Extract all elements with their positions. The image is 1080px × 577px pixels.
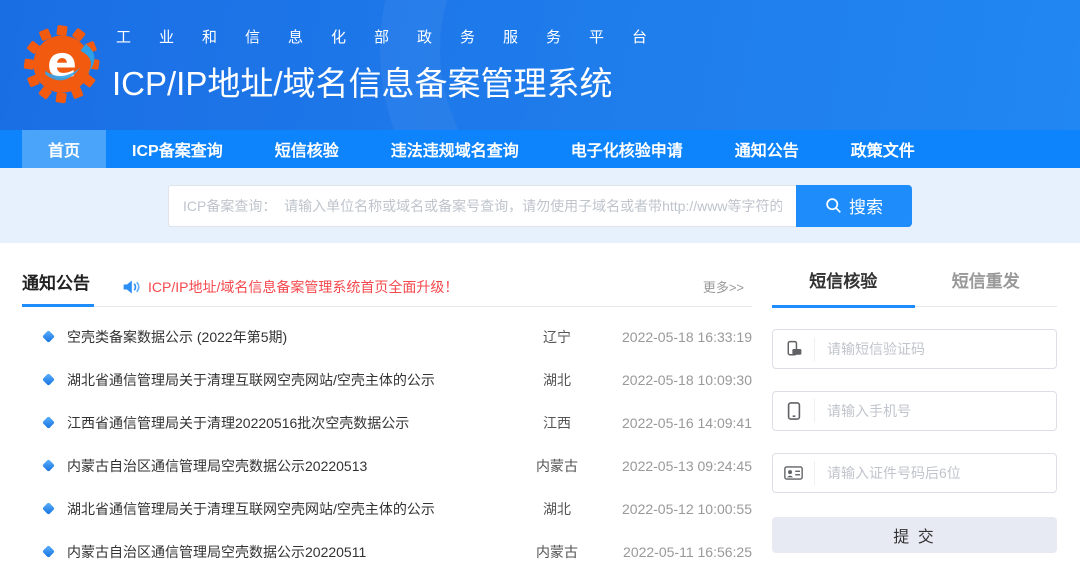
notice-province: 内蒙古 (512, 456, 602, 476)
diamond-bullet-icon (42, 502, 55, 515)
main-content: 通知公告 ICP/IP地址/域名信息备案管理系统首页全面升级！ 更多>> 空壳类… (0, 243, 1080, 573)
notice-date: 2022-05-18 16:33:19 (602, 329, 752, 345)
submit-button[interactable]: 提 交 (772, 517, 1057, 553)
nav-item-policy-files[interactable]: 政策文件 (825, 130, 941, 168)
notice-row: 内蒙古自治区通信管理局空壳数据公示20220513 内蒙古 2022-05-13… (22, 444, 752, 487)
id-number-input[interactable] (815, 465, 1056, 481)
id-number-field (772, 453, 1057, 493)
notice-province: 江西 (512, 413, 602, 433)
notice-date: 2022-05-18 10:09:30 (602, 372, 752, 388)
more-link[interactable]: 更多>> (703, 277, 752, 296)
notice-province: 湖北 (512, 370, 602, 390)
diamond-bullet-icon (42, 373, 55, 386)
notice-title[interactable]: 空壳类备案数据公示 (2022年第5期) (67, 327, 512, 347)
search-input[interactable] (168, 185, 796, 227)
speaker-icon (122, 279, 140, 295)
notices-section-title: 通知公告 (22, 269, 94, 307)
notice-title[interactable]: 内蒙古自治区通信管理局空壳数据公示20220511 (67, 542, 512, 562)
tab-sms-verify[interactable]: 短信核验 (772, 267, 915, 308)
nav-item-e-verification[interactable]: 电子化核验申请 (545, 130, 709, 168)
main-nav: 首页 ICP备案查询 短信核验 违法违规域名查询 电子化核验申请 通知公告 政策… (0, 130, 1080, 168)
sms-icon (773, 337, 815, 361)
search-icon (825, 197, 842, 214)
notice-row: 湖北省通信管理局关于清理互联网空壳网站/空壳主体的公示 湖北 2022-05-1… (22, 487, 752, 530)
notice-date: 2022-05-13 09:24:45 (602, 458, 752, 474)
sms-tabs: 短信核验 短信重发 (772, 267, 1057, 307)
notice-title[interactable]: 内蒙古自治区通信管理局空壳数据公示20220513 (67, 456, 512, 476)
page-title: ICP/IP地址/域名信息备案管理系统 (112, 57, 675, 105)
notice-row: 空壳类备案数据公示 (2022年第5期) 辽宁 2022-05-18 16:33… (22, 315, 752, 358)
nav-item-home[interactable]: 首页 (22, 130, 106, 168)
notices-panel: 通知公告 ICP/IP地址/域名信息备案管理系统首页全面升级！ 更多>> 空壳类… (22, 267, 752, 573)
nav-item-icp-query[interactable]: ICP备案查询 (106, 130, 249, 168)
notice-province: 内蒙古 (512, 542, 602, 562)
notice-row: 内蒙古自治区通信管理局空壳数据公示20220511 内蒙古 2022-05-11… (22, 530, 752, 573)
notice-date: 2022-05-16 14:09:41 (602, 415, 752, 431)
notice-province: 辽宁 (512, 327, 602, 347)
notice-title[interactable]: 湖北省通信管理局关于清理互联网空壳网站/空壳主体的公示 (67, 370, 512, 390)
site-header: e 工业和信息化部政务服务平台 ICP/IP地址/域名信息备案管理系统 (0, 0, 1080, 130)
notice-list: 空壳类备案数据公示 (2022年第5期) 辽宁 2022-05-18 16:33… (22, 307, 752, 573)
svg-text:e: e (47, 38, 77, 89)
diamond-bullet-icon (42, 330, 55, 343)
notice-ticker[interactable]: ICP/IP地址/域名信息备案管理系统首页全面升级！ (122, 277, 703, 297)
sms-code-input[interactable] (815, 341, 1056, 357)
sms-code-field (772, 329, 1057, 369)
search-box: 搜索 (168, 185, 912, 227)
diamond-bullet-icon (42, 459, 55, 472)
diamond-bullet-icon (42, 416, 55, 429)
notice-date: 2022-05-12 10:00:55 (602, 501, 752, 517)
tab-sms-resend[interactable]: 短信重发 (915, 267, 1058, 308)
search-button[interactable]: 搜索 (796, 185, 912, 227)
phone-icon (773, 399, 815, 423)
search-button-label: 搜索 (849, 193, 883, 218)
diamond-bullet-icon (42, 545, 55, 558)
nav-item-notices[interactable]: 通知公告 (709, 130, 825, 168)
platform-name: 工业和信息化部政务服务平台 (116, 26, 675, 47)
notice-row: 湖北省通信管理局关于清理互联网空壳网站/空壳主体的公示 湖北 2022-05-1… (22, 358, 752, 401)
notice-province: 湖北 (512, 499, 602, 519)
notice-title[interactable]: 江西省通信管理局关于清理20220516批次空壳数据公示 (67, 413, 512, 433)
id-card-icon (773, 461, 815, 485)
notice-row: 江西省通信管理局关于清理20220516批次空壳数据公示 江西 2022-05-… (22, 401, 752, 444)
nav-item-illegal-domain-query[interactable]: 违法违规域名查询 (365, 130, 545, 168)
phone-input[interactable] (815, 403, 1056, 419)
notice-title[interactable]: 湖北省通信管理局关于清理互联网空壳网站/空壳主体的公示 (67, 499, 512, 519)
notice-date: 2022-05-11 16:56:25 (602, 544, 752, 560)
ticker-text: ICP/IP地址/域名信息备案管理系统首页全面升级！ (148, 277, 458, 297)
notices-header: 通知公告 ICP/IP地址/域名信息备案管理系统首页全面升级！ 更多>> (22, 267, 752, 307)
phone-field (772, 391, 1057, 431)
search-section: 搜索 (0, 168, 1080, 243)
sms-panel: 短信核验 短信重发 (772, 267, 1057, 573)
nav-item-sms-verify[interactable]: 短信核验 (249, 130, 365, 168)
miit-logo-icon: e (20, 18, 104, 112)
